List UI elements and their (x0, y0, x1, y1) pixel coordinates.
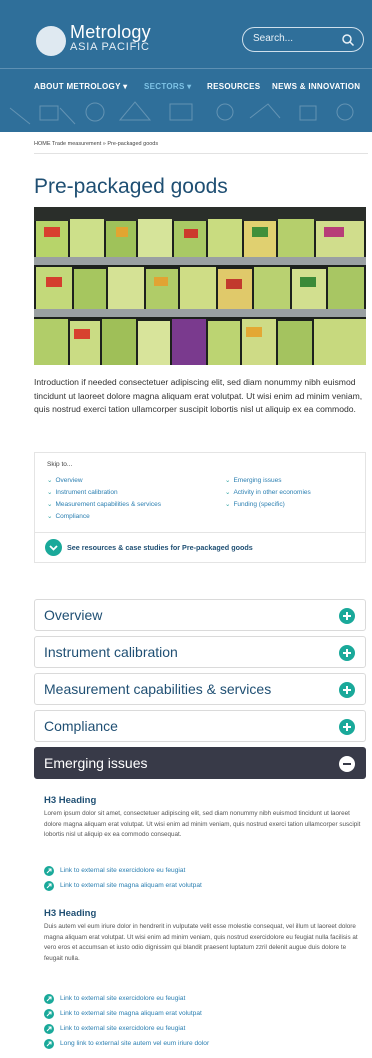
link-label: Long link to external site autem vel eum… (60, 1040, 210, 1047)
breadcrumb[interactable]: HOME Trade measurement » Pre-packaged go… (34, 141, 158, 147)
accordion-emerging-issues[interactable]: Emerging issues (34, 747, 366, 779)
resources-link[interactable]: See resources & case studies for Pre-pac… (34, 533, 366, 563)
accordion-instrument-calibration[interactable]: Instrument calibration (34, 636, 366, 668)
chevron-down-icon: ⌄ (47, 489, 53, 496)
chevron-down-icon: ▾ (187, 82, 192, 91)
section-body: Duis autem vel eum iriure dolor in hendr… (44, 923, 358, 963)
chevron-down-icon: ⌄ (225, 489, 231, 496)
plus-icon[interactable] (339, 719, 355, 735)
resources-link-label: See resources & case studies for Pre-pac… (67, 543, 253, 552)
hero-image (34, 207, 366, 365)
skip-link-label: Compliance (55, 513, 90, 520)
chevron-down-circle-icon (45, 539, 62, 556)
nav-item-about[interactable]: ABOUT METROLOGY ▾ (34, 82, 127, 91)
skip-link-label: Overview (55, 477, 83, 484)
skip-link-label: Funding (specific) (233, 501, 285, 508)
breadcrumb-divider (34, 153, 368, 154)
link-label: Link to external site magna aliquam erat… (60, 882, 202, 889)
skip-link-measurement-capabilities[interactable]: ⌄ Measurement capabilities & services (47, 500, 161, 508)
external-link-icon (44, 1009, 54, 1019)
search-placeholder: Search... (253, 33, 294, 44)
nav-item-sectors[interactable]: SECTORS ▾ (144, 82, 192, 91)
accordion-label: Compliance (44, 718, 118, 734)
skip-to-title: Skip to... (47, 461, 73, 468)
link-label: Link to external site exercidolore eu fe… (60, 1025, 186, 1032)
skip-link-emerging-issues[interactable]: ⌄ Emerging issues (225, 476, 282, 484)
page-title: Pre-packaged goods (34, 175, 228, 198)
accordion-label: Measurement capabilities & services (44, 681, 272, 697)
external-link-icon (44, 1039, 54, 1049)
skip-link-activity[interactable]: ⌄ Activity in other economies (225, 488, 311, 496)
external-link-icon (44, 1024, 54, 1034)
brand-region[interactable]: ASIA PACIFIC (70, 41, 150, 53)
skip-link-label: Emerging issues (233, 477, 282, 484)
nav-label: ABOUT METROLOGY (34, 82, 121, 91)
site-header: Metrology ASIA PACIFIC Search... ABOUT M… (0, 0, 372, 132)
plus-icon[interactable] (339, 682, 355, 698)
skip-link-overview[interactable]: ⌄ Overview (47, 476, 83, 484)
skip-link-funding[interactable]: ⌄ Funding (specific) (225, 500, 285, 508)
search-input[interactable]: Search... (242, 27, 364, 52)
skip-link-label: Activity in other economies (233, 489, 311, 496)
section-heading: H3 Heading (44, 908, 97, 919)
chevron-down-icon: ⌄ (225, 477, 231, 484)
link-label: Link to external site exercidolore eu fe… (60, 867, 186, 874)
nav-divider (0, 68, 372, 69)
nav-item-news[interactable]: NEWS & INNOVATION (272, 82, 360, 91)
accordion-compliance[interactable]: Compliance (34, 710, 366, 742)
chevron-down-icon: ⌄ (225, 501, 231, 508)
external-link-icon (44, 881, 54, 891)
nav-item-resources[interactable]: RESOURCES (207, 82, 260, 91)
skip-link-compliance[interactable]: ⌄ Compliance (47, 512, 90, 520)
plus-icon[interactable] (339, 645, 355, 661)
link-label: Link to external site magna aliquam erat… (60, 1010, 202, 1017)
chevron-down-icon: ⌄ (47, 513, 53, 520)
external-link-icon (44, 866, 54, 876)
skip-link-label: Instrument calibration (55, 489, 118, 496)
accordion-measurement-capabilities[interactable]: Measurement capabilities & services (34, 673, 366, 705)
accordion-label: Instrument calibration (44, 644, 178, 660)
logo-icon[interactable] (36, 26, 66, 56)
chevron-down-icon: ⌄ (47, 477, 53, 484)
skip-link-label: Measurement capabilities & services (55, 501, 161, 508)
external-link-icon (44, 994, 54, 1004)
chevron-down-icon: ▾ (123, 82, 128, 91)
brand-name[interactable]: Metrology (70, 22, 151, 43)
header-pattern-graphic (9, 101, 354, 125)
section-body: Lorem ipsum dolor sit amet, consectetuer… (44, 810, 361, 839)
nav-label: SECTORS (144, 82, 185, 91)
accordion-label: Overview (44, 607, 103, 623)
minus-icon[interactable] (339, 756, 355, 772)
link-label: Link to external site exercidolore eu fe… (60, 995, 186, 1002)
skip-to-panel: Skip to... ⌄ Overview ⌄ Instrument calibra… (34, 452, 366, 533)
skip-link-instrument-calibration[interactable]: ⌄ Instrument calibration (47, 488, 118, 496)
plus-icon[interactable] (339, 608, 355, 624)
accordion-overview[interactable]: Overview (34, 599, 366, 631)
section-heading: H3 Heading (44, 795, 97, 806)
search-icon[interactable] (341, 33, 355, 47)
intro-paragraph: Introduction if needed consectetuer adip… (34, 377, 363, 414)
chevron-down-icon: ⌄ (47, 501, 53, 508)
accordion-label: Emerging issues (44, 755, 148, 771)
